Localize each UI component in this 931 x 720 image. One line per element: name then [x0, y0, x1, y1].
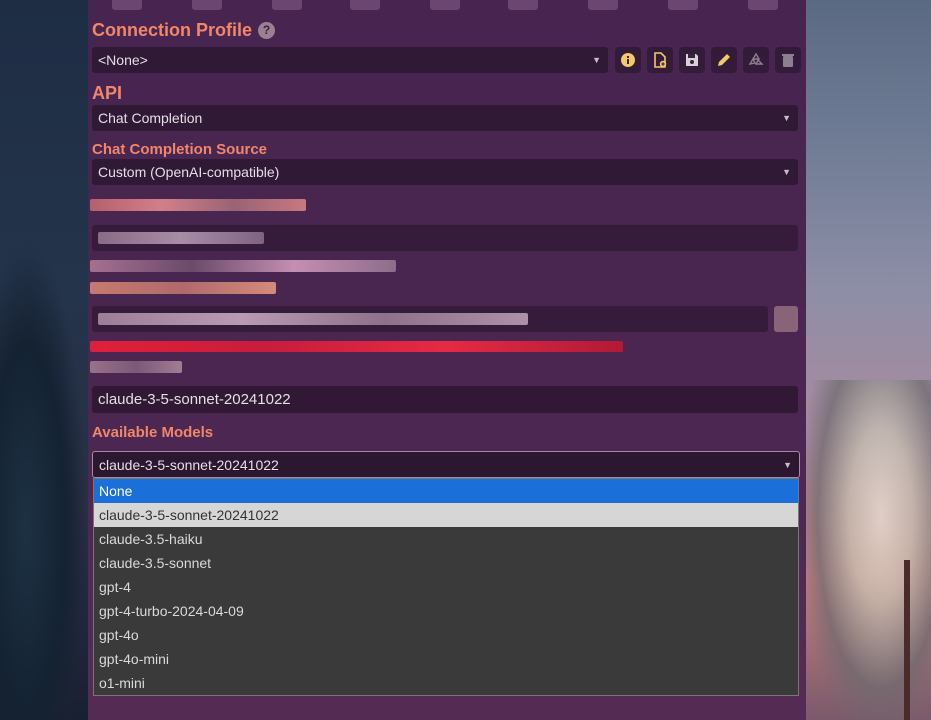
api-title: API — [92, 83, 123, 103]
save-icon — [686, 54, 698, 66]
available-models-dropdown-list: None claude-3-5-sonnet-20241022 claude-3… — [93, 478, 799, 696]
cubes-icon[interactable] — [588, 0, 618, 10]
model-option-claude-3-5-haiku[interactable]: claude-3.5-haiku — [94, 527, 798, 551]
background-scene-right — [806, 0, 931, 720]
save-profile-button[interactable] — [679, 47, 705, 73]
chevron-down-icon: ▼ — [782, 167, 791, 177]
recycle-icon — [748, 52, 764, 65]
background-scene-left — [0, 0, 88, 720]
pole — [904, 560, 910, 720]
available-models-title: Available Models — [92, 424, 214, 441]
smile-icon[interactable] — [668, 0, 698, 10]
model-option-gpt-4o[interactable]: gpt-4o — [94, 623, 798, 647]
chevron-down-icon: ▼ — [783, 460, 792, 470]
api-connections-panel: Connection Profile ? <None> ▼ API Chat C… — [88, 0, 806, 720]
model-option-gpt-4o-mini[interactable]: gpt-4o-mini — [94, 647, 798, 671]
redacted-warning — [90, 341, 623, 352]
info-icon — [621, 53, 635, 67]
redacted-input[interactable] — [92, 225, 798, 251]
api-select[interactable]: Chat Completion ▼ — [92, 105, 798, 131]
api-value: Chat Completion — [98, 110, 203, 126]
help-icon[interactable]: ? — [258, 22, 275, 39]
redacted-key-button[interactable] — [774, 306, 798, 332]
custom-model-input[interactable]: claude-3-5-sonnet-20241022 — [92, 386, 798, 413]
model-option-gpt-4[interactable]: gpt-4 — [94, 575, 798, 599]
redacted-label — [90, 199, 306, 211]
reload-profile-button[interactable] — [743, 47, 769, 73]
info-button[interactable] — [615, 47, 641, 73]
rename-profile-button[interactable] — [711, 47, 737, 73]
redacted-text — [90, 260, 396, 272]
redacted-key-input[interactable] — [92, 306, 768, 332]
model-option-none[interactable]: None — [94, 479, 798, 503]
tree-silhouette — [0, 240, 88, 720]
chevron-down-icon: ▼ — [782, 113, 791, 123]
panel-icon[interactable] — [508, 0, 538, 10]
chat-completion-source-select[interactable]: Custom (OpenAI-compatible) ▼ — [92, 159, 798, 185]
create-profile-button[interactable] — [647, 47, 673, 73]
model-option-claude-3-5-sonnet-20241022[interactable]: claude-3-5-sonnet-20241022 — [94, 503, 798, 527]
connection-profile-select[interactable]: <None> ▼ — [92, 47, 608, 73]
model-option-o1-mini[interactable]: o1-mini — [94, 671, 798, 695]
trash-icon — [782, 54, 794, 67]
connection-profile-title: Connection Profile — [92, 20, 253, 40]
custom-model-value: claude-3-5-sonnet-20241022 — [98, 391, 291, 408]
chat-completion-source-value: Custom (OpenAI-compatible) — [98, 164, 280, 180]
available-models-value: claude-3-5-sonnet-20241022 — [99, 457, 279, 473]
cogs-icon[interactable] — [430, 0, 460, 10]
book-icon[interactable] — [350, 0, 380, 10]
available-models-select[interactable]: claude-3-5-sonnet-20241022 ▼ — [92, 451, 800, 478]
file-add-icon — [654, 52, 667, 68]
pencil-icon — [718, 54, 730, 66]
model-option-gpt-4-turbo[interactable]: gpt-4-turbo-2024-04-09 — [94, 599, 798, 623]
redacted-text — [90, 361, 182, 373]
sliders-icon[interactable] — [112, 0, 142, 10]
redacted-label — [90, 282, 276, 294]
id-card-icon[interactable] — [748, 0, 778, 10]
chat-completion-source-title: Chat Completion Source — [92, 141, 268, 158]
delete-profile-button[interactable] — [775, 47, 801, 73]
model-option-claude-3-5-sonnet[interactable]: claude-3.5-sonnet — [94, 551, 798, 575]
flower-tree — [806, 380, 931, 720]
connection-profile-value: <None> — [98, 52, 148, 68]
plug-icon[interactable] — [192, 0, 222, 10]
top-navigation-icons — [88, 0, 806, 18]
font-icon[interactable] — [272, 0, 302, 10]
chevron-down-icon: ▼ — [592, 55, 601, 65]
